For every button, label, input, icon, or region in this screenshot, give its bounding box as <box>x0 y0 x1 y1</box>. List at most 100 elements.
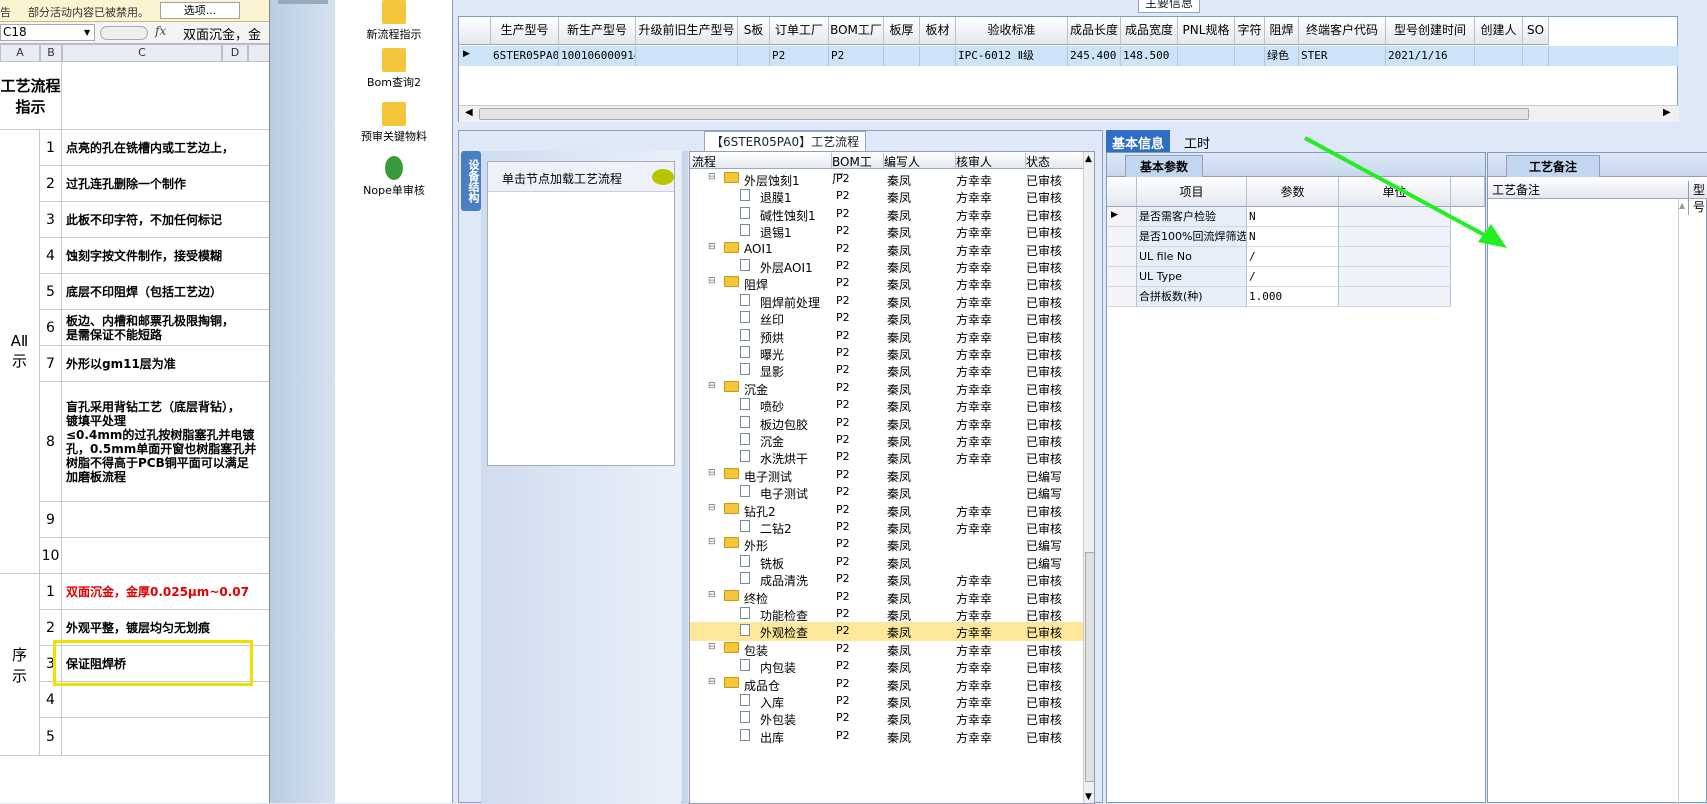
instruction-cell[interactable]: 板边、内槽和邮票孔极限掏铜， 是需保证不能短路 <box>62 310 269 346</box>
col-header[interactable]: A <box>0 44 40 62</box>
col-header[interactable] <box>248 44 269 62</box>
column-header[interactable]: 订单工厂 <box>770 17 829 45</box>
nav-item-label[interactable]: 新流程指示 <box>335 26 453 42</box>
tree-row[interactable]: 外包装 P2 秦凤 方幸幸 已审核 <box>690 709 1084 728</box>
param-value-cell[interactable]: / <box>1247 267 1339 287</box>
grid-cell[interactable]: 148.500 <box>1121 46 1178 66</box>
grid-cell[interactable] <box>1178 46 1235 66</box>
instruction-cell[interactable]: 双面沉金，金厚0.025μm~0.07 <box>62 574 269 610</box>
column-header[interactable]: 升级前旧生产型号 <box>636 17 738 45</box>
bom-query-item[interactable]: Bom查询2 <box>335 48 453 90</box>
grid-cell[interactable]: 绿色 <box>1265 46 1299 66</box>
scroll-down-icon[interactable]: ▼ <box>1085 792 1092 802</box>
tree-row[interactable]: 内包装 P2 秦凤 方幸幸 已审核 <box>690 657 1084 676</box>
remark-scrollbar[interactable]: ▲ <box>1678 199 1688 804</box>
tree-row[interactable]: ⊟ 沉金 P2 秦凤 方幸幸 已审核 <box>690 379 1084 398</box>
col-header[interactable]: D <box>222 44 248 62</box>
tree-row[interactable]: 沉金 P2 秦凤 方幸幸 已审核 <box>690 431 1084 450</box>
column-header[interactable]: SO <box>1523 17 1549 45</box>
column-header[interactable]: BOM工厂 <box>829 17 884 45</box>
grid-cell[interactable] <box>1235 46 1265 66</box>
tree-row[interactable]: 外层AOI1 P2 秦凤 方幸幸 已审核 <box>690 257 1084 276</box>
column-header[interactable]: 创建人 <box>1475 17 1523 45</box>
tree-row[interactable]: ⊟ AOI1 P2 秦凤 方幸幸 已审核 <box>690 240 1084 259</box>
tab-basic-params[interactable]: 基本参数 <box>1125 155 1204 178</box>
column-header[interactable]: 成品长度 <box>1068 17 1121 45</box>
scroll-left-icon[interactable]: ◀ <box>465 107 473 118</box>
collapse-icon[interactable]: ⊟ <box>708 677 716 687</box>
tree-row[interactable]: ⊟ 外层蚀刻1 P2 秦凤 方幸幸 已审核 <box>690 170 1084 189</box>
column-header[interactable]: 阻焊 <box>1265 17 1299 45</box>
tree-row[interactable]: 水洗烘干 P2 秦凤 方幸幸 已审核 <box>690 448 1084 467</box>
column-header[interactable]: 编写人 <box>884 153 956 169</box>
grid-cell[interactable]: 10010600091493 <box>559 46 636 66</box>
instruction-cell[interactable]: 外形以gm11层为准 <box>62 346 269 382</box>
grid-cell[interactable]: P2 <box>770 46 829 66</box>
grid-cell[interactable]: 245.400 <box>1068 46 1121 66</box>
grid-cell[interactable]: 2021/1/16 <box>1386 46 1475 66</box>
instruction-cell[interactable]: 过孔连孔删除一个制作 <box>62 166 269 202</box>
nav-item-label[interactable]: Bom查询2 <box>335 74 453 90</box>
param-unit-cell[interactable] <box>1339 267 1451 287</box>
tree-row[interactable]: 外观检查 P2 秦凤 方幸幸 已审核 <box>690 622 1084 642</box>
tree-row[interactable]: 成品清洗 P2 秦凤 方幸幸 已审核 <box>690 570 1084 589</box>
tree-row[interactable]: ⊟ 电子测试 P2 秦凤 已编写 <box>690 466 1084 485</box>
instruction-cell[interactable] <box>62 718 269 756</box>
tree-row[interactable]: 二钻2 P2 秦凤 方幸幸 已审核 <box>690 518 1084 537</box>
column-header[interactable]: 生产型号 <box>491 17 559 45</box>
tab-work-hours[interactable]: 工时 <box>1184 133 1210 152</box>
column-header[interactable]: 板厚 <box>884 17 920 45</box>
column-header[interactable]: 状态 <box>1026 153 1086 169</box>
tree-row[interactable]: 铣板 P2 秦凤 已编写 <box>690 553 1084 572</box>
instruction-cell[interactable] <box>62 502 269 538</box>
instruction-cell[interactable]: 点亮的孔在铣槽内或工艺边上， <box>62 130 269 166</box>
vertical-scrollbar[interactable]: ▲ ▼ <box>1083 152 1094 803</box>
tree-row[interactable]: 丝印 P2 秦凤 方幸幸 已审核 <box>690 309 1084 328</box>
column-header[interactable]: 板材 <box>920 17 956 45</box>
column-header[interactable]: 项目 <box>1137 177 1247 207</box>
param-value-cell[interactable]: 1.000 <box>1247 287 1339 307</box>
scroll-thumb[interactable] <box>479 108 1529 120</box>
grid-cell[interactable]: STER <box>1299 46 1386 66</box>
tree-row[interactable]: ⊟ 终检 P2 秦凤 方幸幸 已审核 <box>690 588 1084 607</box>
grid-cell[interactable] <box>636 46 738 66</box>
tree-row[interactable]: ⊟ 包装 P2 秦凤 方幸幸 已审核 <box>690 640 1084 659</box>
instruction-cell[interactable] <box>62 682 269 718</box>
prereview-item[interactable]: 预审关键物料 <box>335 102 453 144</box>
collapse-icon[interactable]: ⊟ <box>708 503 716 513</box>
instruction-cell[interactable]: 盲孔采用背钻工艺（底层背钻）， 镀填平处理 ≤0.4mm的过孔按树脂塞孔并电镀 … <box>62 382 269 502</box>
tree-row[interactable]: ⊟ 外形 P2 秦凤 已编写 <box>690 535 1084 554</box>
scroll-right-icon[interactable]: ▶ <box>1663 107 1671 118</box>
column-header[interactable]: 验收标准 <box>956 17 1068 45</box>
row-selector[interactable] <box>1107 247 1137 267</box>
col-header[interactable]: C <box>62 44 222 62</box>
tree-row[interactable]: 出库 P2 秦凤 方幸幸 已审核 <box>690 727 1084 746</box>
tree-row[interactable]: ⊟ 阻焊 P2 秦凤 方幸幸 已审核 <box>690 274 1084 293</box>
collapse-icon[interactable]: ⊟ <box>708 242 716 252</box>
tree-row[interactable]: 板边包胶 P2 秦凤 方幸幸 已审核 <box>690 414 1084 433</box>
tree-row[interactable]: 碱性蚀刻1 P2 秦凤 方幸幸 已审核 <box>690 205 1084 224</box>
tree-node-label[interactable]: 出库 <box>760 729 784 746</box>
collapse-icon[interactable]: ⊟ <box>708 276 716 286</box>
column-header[interactable]: 新生产型号 <box>559 17 636 45</box>
tree-row[interactable]: 曝光 P2 秦凤 方幸幸 已审核 <box>690 344 1084 363</box>
scroll-thumb[interactable] <box>1085 552 1094 782</box>
tree-row[interactable]: 退膜1 P2 秦凤 方幸幸 已审核 <box>690 187 1084 206</box>
formula-value[interactable]: 双面沉金，金 <box>183 24 261 43</box>
tree-row[interactable]: ⊟ 成品仓 P2 秦凤 方幸幸 已审核 <box>690 675 1084 694</box>
options-button[interactable]: 选项... <box>160 2 240 19</box>
column-header[interactable]: 成品宽度 <box>1121 17 1178 45</box>
instruction-cell[interactable]: 蚀刻字按文件制作，接受模糊 <box>62 238 269 274</box>
column-header[interactable]: 型号创建时间 <box>1386 17 1475 45</box>
grid-cell[interactable] <box>1523 46 1549 66</box>
column-header[interactable]: S板 <box>738 17 770 45</box>
tree-node-label[interactable]: AOI1 <box>744 242 773 256</box>
name-box[interactable]: C18 <box>0 24 95 41</box>
nope-review-item[interactable]: Nope单审核 <box>335 156 453 198</box>
collapse-icon[interactable]: ⊟ <box>708 468 716 478</box>
tree-row[interactable]: 退锡1 P2 秦凤 方幸幸 已审核 <box>690 222 1084 241</box>
grid-cell[interactable] <box>920 46 956 66</box>
tab-equipment-structure[interactable]: 设备结构 <box>461 151 481 211</box>
row-selector[interactable] <box>1107 227 1137 247</box>
tree-row[interactable]: 喷砂 P2 秦凤 方幸幸 已审核 <box>690 396 1084 415</box>
